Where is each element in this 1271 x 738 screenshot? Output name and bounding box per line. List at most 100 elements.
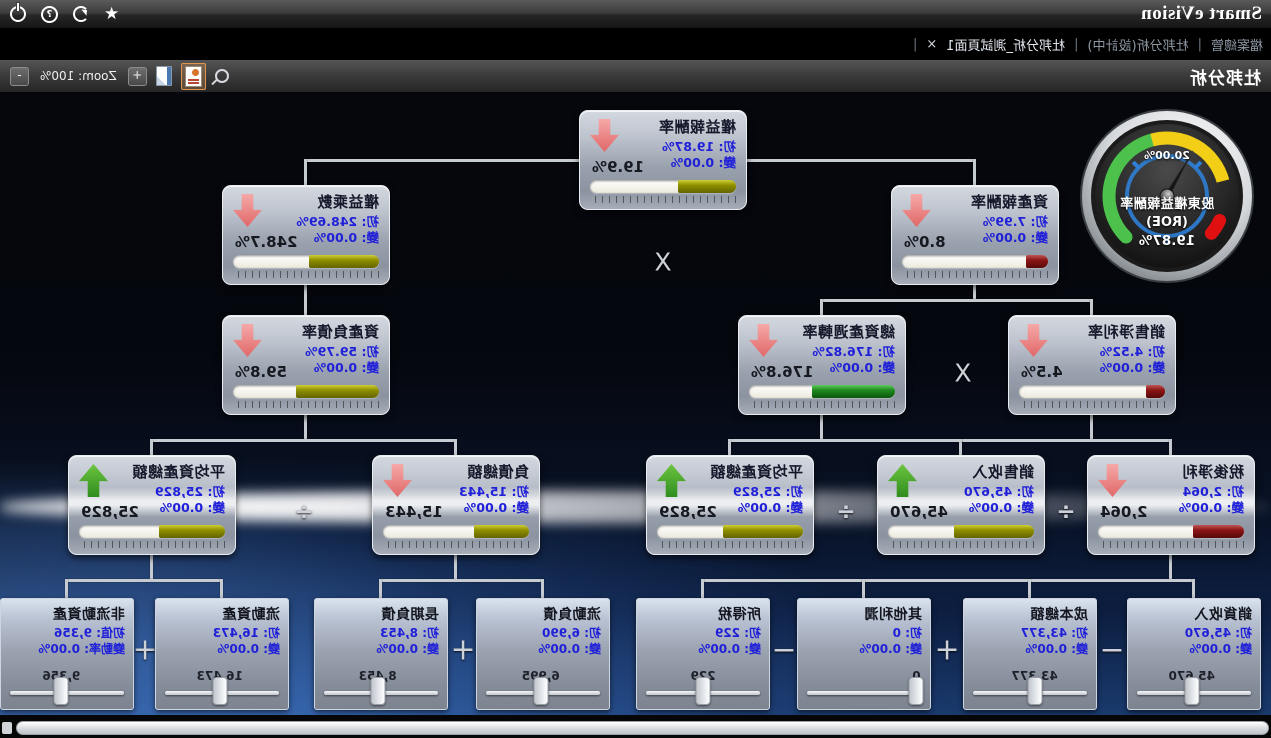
value-slider: 0 [807,669,921,703]
value-slider: 16,473 [165,669,279,703]
progress-bar [888,525,1034,538]
node-title: 平均資產總額 [657,461,803,482]
search-icon[interactable] [215,69,229,83]
toolbar: + Zoom: 100% - [10,63,229,90]
connector-segment [746,159,975,162]
connector-segment [1169,555,1172,581]
node-init: 初: 16,473 [164,626,280,642]
node-change: 變: 0.00% [645,642,761,658]
zoom-in-button[interactable]: + [128,67,147,86]
operator-minus-2: − [771,633,796,668]
node-init: 初: 2,064 [1098,484,1244,500]
scrollbar-corner[interactable] [2,722,12,734]
gauge-value: 19.87% [1079,232,1255,251]
tab-dupont-test-page[interactable]: 杜邦分析_測試頁面1 [946,35,1065,54]
node-title: 平均資產總額 [79,461,225,482]
slider-handle[interactable] [1184,677,1199,705]
node-change: 變動率: 0.00% [9,642,125,658]
node-value: 2,064 [1100,503,1147,521]
bnode-sales[interactable]: 銷貨收入 初: 45,670 變: 0.00% 45,670 [1127,598,1261,710]
node-value: 176.8% [751,363,813,381]
gauge-subtitle: (ROE) [1079,214,1255,232]
bottom-scroll-area [0,715,1271,738]
connector-segment [151,439,457,442]
node-init: 初: 25,829 [79,484,225,500]
bnode-long-term-debt[interactable]: 長期負債 初: 8,453 變: 0.00% 8,453 [314,598,448,710]
node-title: 資產負債率 [233,321,379,342]
slider-handle[interactable] [696,677,711,705]
slider-handle[interactable] [909,677,924,705]
node-init: 初: 43,377 [972,626,1088,642]
bnode-current-liabilities[interactable]: 流動負債 初: 6,990 變: 0.00% 6,995 [476,598,610,710]
bnode-current-assets[interactable]: 流動資產 初: 16,473 變: 0.00% 16,473 [155,598,289,710]
tab-close-icon[interactable]: × [926,37,937,52]
bnode-non-current-assets[interactable]: 非流動資產 初值: 9,356 變動率: 0.00% 9,356 [0,598,134,710]
node-net-income[interactable]: 稅後淨利 初: 2,064 變: 0.00% 2,064 [1087,455,1255,555]
gauge-title: 股東權益報酬率 [1079,196,1255,214]
node-change: 變: 0.00% [164,642,280,658]
horizontal-scrollbar[interactable] [16,721,1269,735]
bnode-other-profit[interactable]: 其他利潤 初: 0 變: 0.00% 0 [797,598,931,710]
connector-segment [820,415,823,441]
node-title: 流動負債 [485,604,601,624]
connector-segment [702,579,1195,582]
connector-segment [821,299,1093,302]
operator-multiply-1: X [654,248,671,277]
refresh-icon[interactable] [73,6,89,22]
node-sales-revenue[interactable]: 銷售收入 初: 45,670 變: 0.00% 45,670 [877,455,1045,555]
slider-handle[interactable] [370,677,385,705]
node-init: 初值: 9,356 [9,626,125,642]
slider-handle[interactable] [533,677,548,705]
connector-segment [541,579,544,599]
report-view-button[interactable] [181,63,206,90]
tab-file-explorer[interactable]: 檔案總管 [1211,35,1263,54]
node-net-profit-margin[interactable]: 銷售淨利率 初: 4.52% 變: 0.00% 4.5% [1008,315,1176,415]
node-asset-turnover[interactable]: 總資產週轉率 初: 176.82% 變: 0.00% 176.8% [738,315,906,415]
node-title: 流動資產 [164,604,280,624]
node-title: 負債總額 [383,461,529,482]
ruler-ticks [888,541,1034,548]
node-title: 長期負債 [323,604,439,624]
gauge-text: 股東權益報酬率 (ROE) 19.87% [1079,196,1255,251]
node-total-debt[interactable]: 負債總額 初: 15,443 變: 0.00% 15,443 [372,455,540,555]
document-icon[interactable] [156,66,172,86]
node-roe[interactable]: 權益報酬率 初: 19.87% 變: 0.00% 19.9% [579,110,747,210]
node-avg-assets-1[interactable]: 平均資產總額 初: 25,829 變: 0.00% 25,829 [68,455,236,555]
progress-fill [1193,525,1244,538]
bnode-cost[interactable]: 成本總額 初: 43,377 變: 0.00% 43,377 [963,598,1097,710]
roe-gauge[interactable]: 20.00% 股東權益報酬率 (ROE) 19.87% [1079,108,1255,284]
tab-bar: 檔案總管 | 杜邦分析(設計中) | 杜邦分析_測試頁面1 × | [0,28,1271,60]
slider-track[interactable] [807,691,921,695]
node-value: 45,670 [890,503,948,521]
tab-dupont-design[interactable]: 杜邦分析(設計中) [1087,35,1188,54]
node-title: 成本總額 [972,604,1088,624]
connector-segment [66,579,223,582]
ruler-ticks [902,271,1048,278]
progress-bar [590,180,736,193]
node-title: 稅後淨利 [1098,461,1244,482]
power-icon[interactable] [10,6,26,22]
node-roa[interactable]: 資產報酬率 初: 7.99% 變: 0.00% 8.0% [891,185,1059,285]
connector-segment [65,579,68,599]
node-value: 4.5% [1021,363,1063,381]
operator-plus-2: + [450,633,475,668]
slider-handle[interactable] [54,677,69,705]
zoom-out-button[interactable]: - [10,67,29,86]
connector-segment [150,555,153,581]
node-avg-assets-2[interactable]: 平均資產總額 初: 25,829 變: 0.00% 25,829 [646,455,814,555]
node-change: 變: 0.00% [323,642,439,658]
connector-segment [304,285,307,316]
node-equity-multiplier[interactable]: 權益乘數 初: 248.69% 變: 0.00% 248.7% [222,185,390,285]
slider-handle[interactable] [1027,677,1042,705]
help-icon[interactable]: ? [41,6,58,23]
slider-handle[interactable] [212,677,227,705]
favorite-star-icon[interactable]: ★ [104,6,119,23]
node-value: 25,829 [659,503,717,521]
title-bar: Smart eVision ★ ? [0,0,1271,28]
connector-segment [960,439,1172,442]
node-init: 初: 248.69% [233,214,379,230]
zoom-level-label: Zoom: 100% [40,69,117,83]
node-debt-ratio[interactable]: 資產負債率 初: 59.79% 變: 0.00% 59.8% [222,315,390,415]
bnode-income-tax[interactable]: 所得稅 初: 229 變: 0.00% 229 [636,598,770,710]
connector-segment [380,579,544,582]
